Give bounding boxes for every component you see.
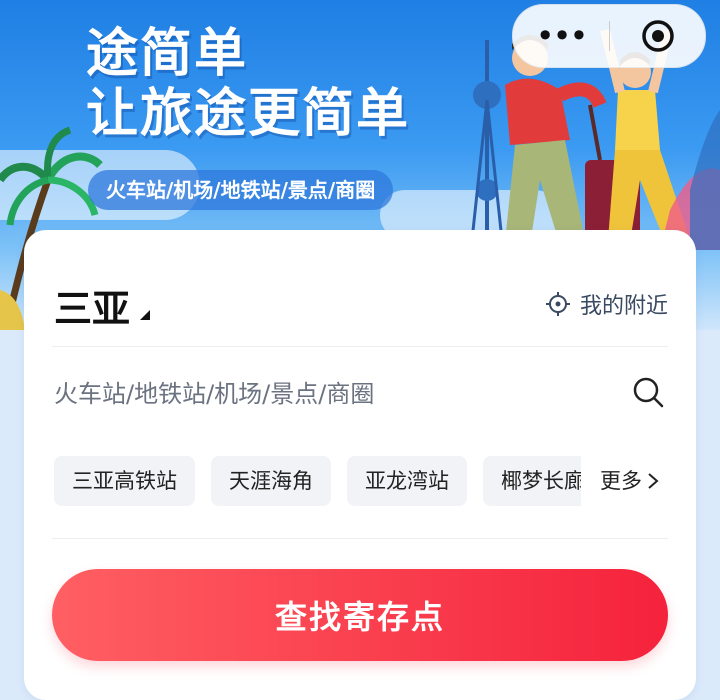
divider — [52, 538, 668, 539]
city-dropdown-caret-icon[interactable] — [140, 310, 150, 320]
banner-tagline: 火车站/机场/地铁站/景点/商圈 — [88, 170, 394, 210]
search-icon[interactable] — [632, 376, 664, 408]
banner-title-line-1: 途简单 — [86, 24, 249, 84]
banner-title-line-2: 让旅途更简单 — [86, 84, 411, 144]
quick-pick-chip[interactable]: 椰梦长廊 — [483, 456, 581, 506]
search-card: 三亚 我的附近 火车站/地铁站/机场/景点/商圈 三亚高铁站 天涯海角 亚龙湾站… — [24, 230, 696, 700]
quick-pick-list: 三亚高铁站 天涯海角 亚龙湾站 椰梦长廊 — [54, 456, 581, 508]
city-selector[interactable]: 三亚 — [54, 278, 130, 333]
quick-pick-chip[interactable]: 天涯海角 — [211, 456, 331, 506]
more-label: 更多 — [600, 469, 642, 493]
miniprogram-capsule: ••• — [512, 4, 706, 68]
divider — [52, 346, 668, 347]
chevron-right-icon — [648, 473, 659, 489]
capsule-close-button[interactable] — [610, 18, 705, 54]
quick-pick-chip[interactable]: 三亚高铁站 — [54, 456, 195, 506]
search-input[interactable]: 火车站/地铁站/机场/景点/商圈 — [54, 374, 374, 409]
more-dots-icon[interactable]: ••• — [513, 5, 609, 67]
target-close-icon — [641, 20, 674, 52]
find-storage-button[interactable]: 查找寄存点 — [52, 569, 668, 661]
quick-pick-chip[interactable]: 亚龙湾站 — [347, 456, 467, 506]
more-picks-link[interactable]: 更多 — [600, 456, 660, 506]
nearby-button[interactable]: 我的附近 — [545, 288, 668, 320]
locate-crosshair-icon — [545, 292, 570, 316]
banner-headline: 途简单 让旅途更简单 — [86, 24, 410, 144]
nearby-label: 我的附近 — [579, 294, 668, 319]
